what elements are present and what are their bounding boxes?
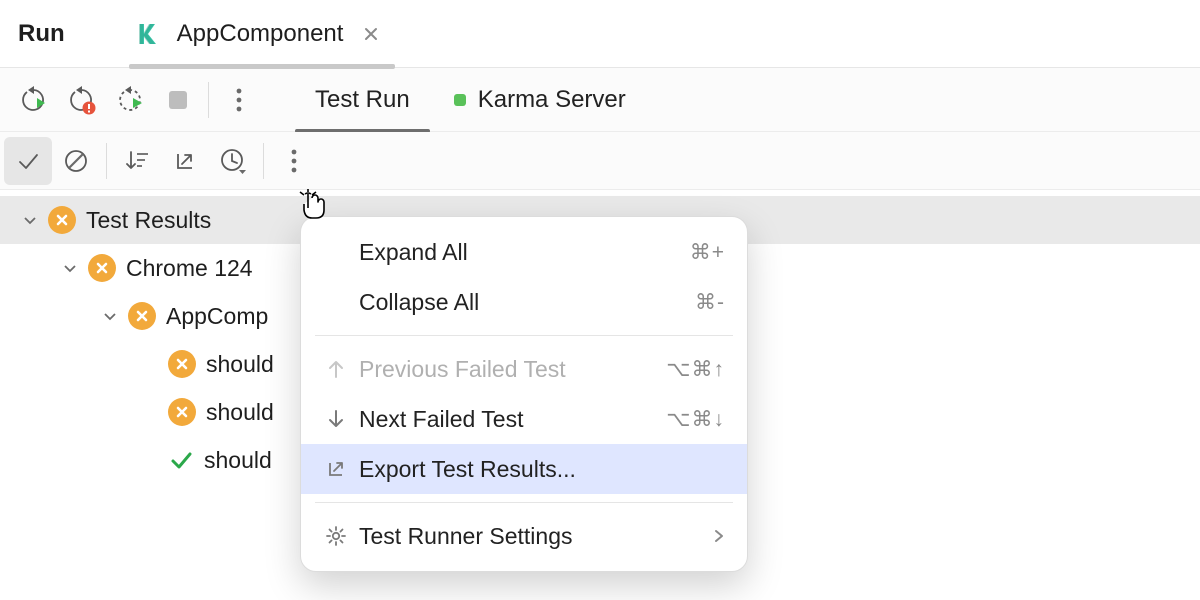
chevron-down-icon[interactable] — [58, 256, 82, 280]
toolbar-divider — [208, 82, 209, 118]
gear-icon — [321, 525, 351, 547]
menu-expand-all[interactable]: Expand All ⌘+ — [301, 227, 747, 277]
tree-test-label: should — [206, 399, 274, 426]
output-tabs: Test Run Karma Server — [293, 68, 648, 132]
chevron-right-icon — [713, 528, 725, 544]
menu-item-label: Expand All — [359, 239, 690, 266]
expand-all-button[interactable] — [161, 137, 209, 185]
chevron-down-icon[interactable] — [18, 208, 42, 232]
menu-item-shortcut: ⌥⌘↓ — [666, 407, 725, 432]
show-passed-button[interactable] — [4, 137, 52, 185]
tree-test-label: should — [206, 351, 274, 378]
menu-item-label: Previous Failed Test — [359, 356, 666, 383]
run-config-tab[interactable]: AppComponent — [129, 0, 388, 68]
menu-next-failed[interactable]: Next Failed Test ⌥⌘↓ — [301, 394, 747, 444]
arrow-down-icon — [321, 409, 351, 429]
server-running-icon — [454, 94, 466, 106]
rerun-failed-button[interactable] — [58, 76, 106, 124]
rerun-button[interactable] — [10, 76, 58, 124]
menu-settings[interactable]: Test Runner Settings — [301, 511, 747, 561]
toolbar-divider — [263, 143, 264, 179]
menu-item-shortcut: ⌥⌘↑ — [666, 357, 725, 382]
status-failed-icon — [168, 398, 196, 426]
menu-separator — [315, 335, 733, 336]
arrow-up-icon — [321, 359, 351, 379]
tab-test-run-label: Test Run — [315, 86, 410, 114]
status-failed-icon — [88, 254, 116, 282]
context-menu: Expand All ⌘+ Collapse All ⌘- Previous F… — [300, 216, 748, 572]
history-button[interactable] — [209, 137, 257, 185]
toggle-auto-test-button[interactable] — [106, 76, 154, 124]
menu-previous-failed: Previous Failed Test ⌥⌘↑ — [301, 344, 747, 394]
menu-export-results[interactable]: Export Test Results... — [301, 444, 747, 494]
tab-karma-server[interactable]: Karma Server — [432, 68, 648, 132]
menu-item-label: Export Test Results... — [359, 456, 725, 483]
more-actions-button[interactable] — [215, 76, 263, 124]
test-results-more-button[interactable] — [270, 137, 318, 185]
status-failed-icon — [128, 302, 156, 330]
tree-test-label: should — [204, 447, 272, 474]
chevron-down-icon[interactable] — [98, 304, 122, 328]
run-toolbar: Test Run Karma Server — [0, 68, 1200, 132]
tree-browser-label: Chrome 124 — [126, 255, 253, 282]
tree-suite-label: AppComp — [166, 303, 268, 330]
test-results-toolbar — [0, 132, 1200, 190]
menu-collapse-all[interactable]: Collapse All ⌘- — [301, 277, 747, 327]
menu-separator — [315, 502, 733, 503]
status-failed-icon — [168, 350, 196, 378]
close-icon[interactable] — [363, 26, 379, 42]
sort-button[interactable] — [113, 137, 161, 185]
menu-item-label: Next Failed Test — [359, 406, 666, 433]
menu-item-shortcut: ⌘+ — [690, 240, 725, 265]
status-failed-icon — [48, 206, 76, 234]
menu-item-shortcut: ⌘- — [695, 290, 725, 315]
karma-icon — [137, 21, 167, 47]
menu-item-label: Test Runner Settings — [359, 523, 713, 550]
toolbar-divider — [106, 143, 107, 179]
tree-root-label: Test Results — [86, 207, 211, 234]
run-panel-header: Run AppComponent — [0, 0, 1200, 68]
run-config-tab-label: AppComponent — [177, 20, 344, 48]
stop-button[interactable] — [154, 76, 202, 124]
show-ignored-button[interactable] — [52, 137, 100, 185]
tab-test-run[interactable]: Test Run — [293, 68, 432, 132]
run-panel-title: Run — [18, 20, 65, 48]
menu-item-label: Collapse All — [359, 289, 695, 316]
export-icon — [321, 459, 351, 479]
status-passed-icon — [168, 447, 194, 473]
tab-karma-server-label: Karma Server — [478, 86, 626, 114]
